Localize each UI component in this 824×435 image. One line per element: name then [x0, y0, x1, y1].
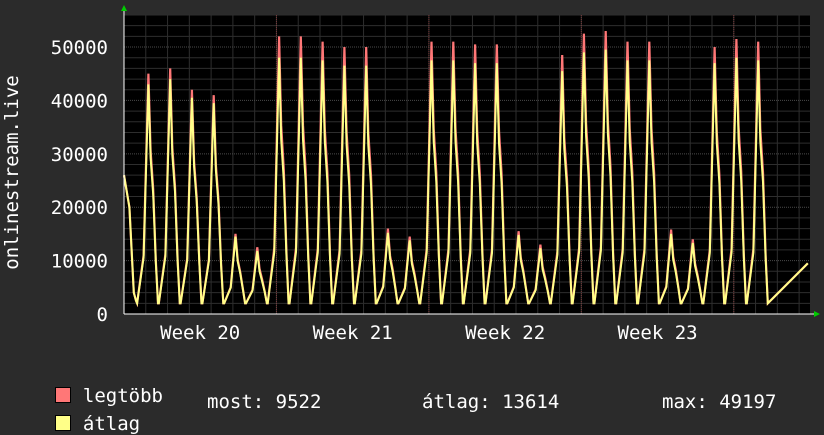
- y-tick-label: 40000: [51, 90, 108, 112]
- x-axis-arrow: [814, 311, 820, 317]
- y-tick-label: 20000: [51, 197, 108, 219]
- x-tick-label: Week 22: [465, 322, 545, 344]
- stat-max: max: 49197: [662, 391, 777, 413]
- x-tick-label: Week 20: [160, 322, 240, 344]
- stat-average: átlag: 13614: [422, 391, 560, 413]
- y-axis-arrow: [121, 5, 127, 11]
- x-tick-label: Week 23: [618, 322, 698, 344]
- legend-swatch-avg: [54, 415, 71, 431]
- y-tick-label: 0: [97, 304, 108, 326]
- stat-current: most: 9522: [207, 391, 322, 413]
- y-tick-label: 30000: [51, 144, 108, 166]
- y-axis-title: onlinestream.live: [1, 75, 23, 269]
- legend-label-avg: átlag: [82, 413, 141, 435]
- y-tick-label: 50000: [51, 37, 108, 59]
- x-tick-label: Week 21: [313, 322, 393, 344]
- legend-item-avg: átlag: [32, 391, 140, 435]
- y-tick-label: 10000: [51, 251, 108, 273]
